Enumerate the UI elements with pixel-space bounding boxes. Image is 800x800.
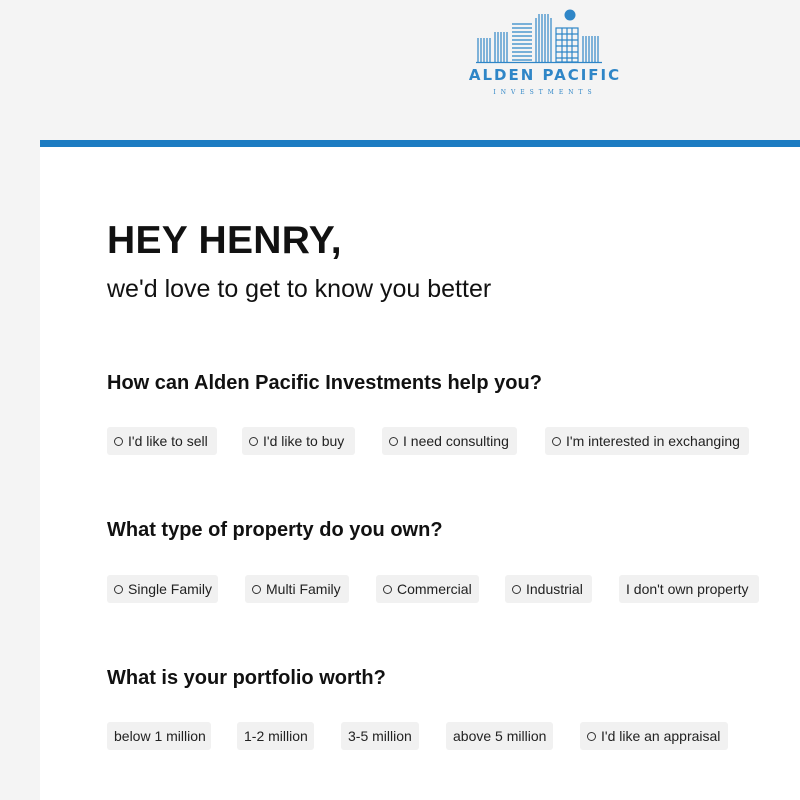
option-multi-family[interactable]: Multi Family — [245, 575, 349, 603]
question-portfolio-title: What is your portfolio worth? — [107, 667, 386, 689]
option-sell[interactable]: I'd like to sell — [107, 427, 217, 455]
brand-name: ALDEN PACIFIC — [468, 66, 622, 84]
radio-icon[interactable] — [114, 585, 123, 594]
radio-icon[interactable] — [114, 437, 123, 446]
brand-logo[interactable]: ALDEN PACIFIC INVESTMENTS — [440, 6, 650, 98]
options-property: Single Family Multi Family Commercial In… — [107, 575, 767, 603]
buildings-logo-icon — [476, 9, 602, 64]
option-label: Commercial — [397, 581, 472, 597]
radio-icon[interactable] — [587, 732, 596, 741]
sun-dot-icon — [564, 9, 576, 21]
radio-icon[interactable] — [249, 437, 258, 446]
radio-icon[interactable] — [252, 585, 261, 594]
page-header: ALDEN PACIFIC INVESTMENTS — [0, 0, 800, 140]
option-label: I don't own property — [626, 581, 749, 597]
option-below-1m[interactable]: below 1 million — [107, 722, 211, 750]
option-label: 3-5 million — [348, 728, 412, 744]
option-single-family[interactable]: Single Family — [107, 575, 218, 603]
option-label: Multi Family — [266, 581, 341, 597]
question-property-title: What type of property do you own? — [107, 519, 443, 541]
option-label: 1-2 million — [244, 728, 308, 744]
option-3-5m[interactable]: 3-5 million — [341, 722, 419, 750]
options-portfolio: below 1 million 1-2 million 3-5 million … — [107, 722, 767, 750]
option-label: I'd like to sell — [128, 433, 208, 449]
question-help-title: How can Alden Pacific Investments help y… — [107, 372, 542, 394]
options-help: I'd like to sell I'd like to buy I need … — [107, 427, 767, 455]
survey-card: HEY HENRY, we'd love to get to know you … — [40, 140, 800, 800]
option-industrial[interactable]: Industrial — [505, 575, 592, 603]
brand-tagline: INVESTMENTS — [493, 89, 597, 96]
radio-icon[interactable] — [512, 585, 521, 594]
option-label: I'd like an appraisal — [601, 728, 721, 744]
option-label: I'd like to buy — [263, 433, 345, 449]
greeting-subtitle: we'd love to get to know you better — [107, 275, 492, 303]
option-commercial[interactable]: Commercial — [376, 575, 479, 603]
radio-icon[interactable] — [552, 437, 561, 446]
option-1-2m[interactable]: 1-2 million — [237, 722, 314, 750]
option-label: I need consulting — [403, 433, 509, 449]
option-consulting[interactable]: I need consulting — [382, 427, 517, 455]
greeting-heading: HEY HENRY, — [107, 219, 342, 262]
option-label: Industrial — [526, 581, 583, 597]
radio-icon[interactable] — [383, 585, 392, 594]
option-label: above 5 million — [453, 728, 547, 744]
option-label: below 1 million — [114, 728, 206, 744]
option-buy[interactable]: I'd like to buy — [242, 427, 355, 455]
option-label: Single Family — [128, 581, 213, 597]
option-appraisal[interactable]: I'd like an appraisal — [580, 722, 728, 750]
option-no-property[interactable]: I don't own property — [619, 575, 759, 603]
option-exchanging[interactable]: I'm interested in exchanging — [545, 427, 749, 455]
radio-icon[interactable] — [389, 437, 398, 446]
option-above-5m[interactable]: above 5 million — [446, 722, 553, 750]
option-label: I'm interested in exchanging — [566, 433, 740, 449]
